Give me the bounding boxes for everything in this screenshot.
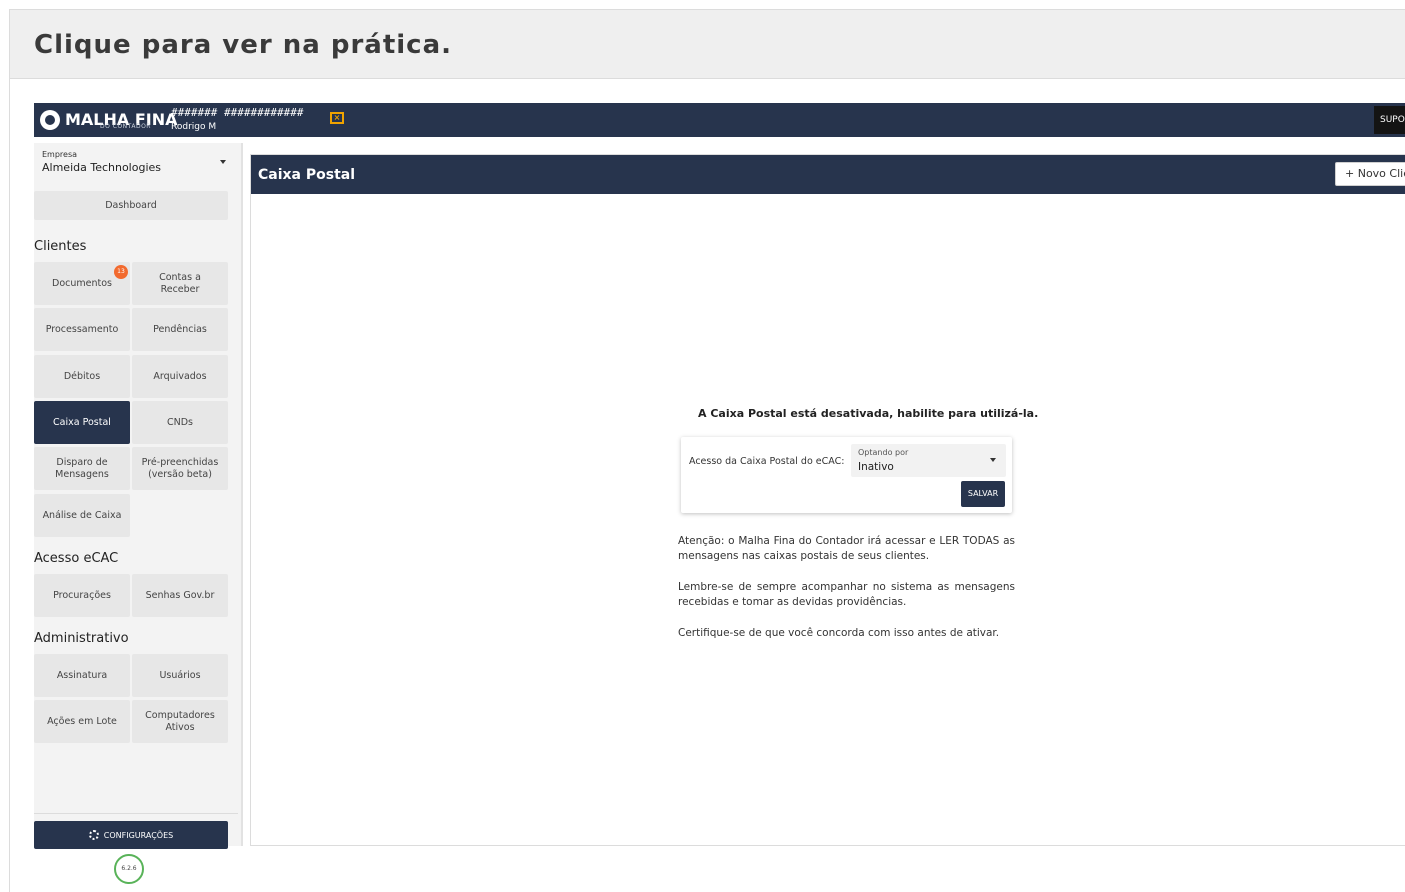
banner: Clique para ver na prática. [10,10,1405,79]
sidebar-item-processamento[interactable]: Processamento [34,308,130,351]
empresa-select[interactable]: Empresa Almeida Technologies [34,143,238,183]
sidebar-item-label: Documentos [52,277,112,289]
reminder-paragraph: Lembre-se de sempre acompanhar no sistem… [678,581,1015,608]
section-administrativo: Administrativo [34,631,129,646]
version-badge: 6.2.6 [114,854,144,884]
tutorial-frame: Clique para ver na prática. MALHA FINA D… [9,9,1405,892]
sidebar-item-pendencias[interactable]: Pendências [132,308,228,351]
sidebar-item-caixa-postal[interactable]: Caixa Postal [34,401,130,444]
chevron-down-icon [990,458,996,462]
empresa-label: Empresa [42,150,78,159]
notification-badge: 13 [114,265,128,279]
optando-por-select[interactable]: Optando por Inativo [851,444,1006,477]
sidebar-item-pre-preenchidas[interactable]: Pré-preenchidas (versão beta) [132,447,228,490]
novo-cliente-button[interactable]: + Novo Cliente [1335,162,1405,186]
sidebar-item-usuarios[interactable]: Usuários [132,654,228,697]
sidebar-item-arquivados[interactable]: Arquivados [132,355,228,398]
sidebar-divider [34,813,238,814]
sidebar-item-acoes-em-lote[interactable]: Ações em Lote [34,700,130,743]
sidebar-item-cnds[interactable]: CNDs [132,401,228,444]
salvar-button[interactable]: SALVAR [961,481,1005,507]
chevron-down-icon [220,160,226,164]
logo-subtitle: DO CONTADOR [100,123,151,130]
section-clientes: Clientes [34,239,87,254]
sidebar-item-assinatura[interactable]: Assinatura [34,654,130,697]
user-id: ####### ############ [171,106,304,119]
caixa-postal-access-label: Acesso da Caixa Postal do eCAC: [689,456,845,467]
top-navbar: MALHA FINA DO CONTADOR ####### #########… [34,103,1405,137]
configuracoes-label: CONFIGURAÇÕES [103,830,174,840]
configuracoes-button[interactable]: CONFIGURAÇÕES [34,821,228,849]
logo-icon [40,110,60,130]
sidebar-item-senhas-govbr[interactable]: Senhas Gov.br [132,574,228,617]
select-value: Inativo [858,461,894,473]
page-title: Caixa Postal [258,167,356,183]
banner-title: Clique para ver na prática. [34,30,453,60]
main-header: Caixa Postal + Novo Cliente [251,155,1405,194]
main-panel: Caixa Postal + Novo Cliente A Caixa Post… [250,154,1405,846]
gear-icon [88,830,99,840]
sidebar-item-disparo-de-mensagens[interactable]: Disparo de Mensagens [34,447,130,490]
app-window: MALHA FINA DO CONTADOR ####### #########… [34,103,1405,884]
sidebar-item-procuracoes[interactable]: Procurações [34,574,130,617]
sidebar-item-documentos[interactable]: Documentos 13 [34,262,130,305]
user-name: Rodrigo M [171,122,217,132]
disabled-message: A Caixa Postal está desativada, habilite… [698,407,1039,420]
sidebar-item-contas-a-receber[interactable]: Contas a Receber [132,262,228,305]
empresa-value: Almeida Technologies [42,161,162,174]
sidebar-item-analise-de-caixa[interactable]: Análise de Caixa [34,494,130,537]
suporte-button[interactable]: SUPORTE [1374,106,1405,134]
sidebar: Empresa Almeida Technologies Dashboard C… [34,143,243,884]
confirmation-paragraph: Certifique-se de que você concorda com i… [678,627,1000,639]
caixa-postal-settings-card: Acesso da Caixa Postal do eCAC: Optando … [681,437,1012,513]
sidebar-item-computadores-ativos[interactable]: Computadores Ativos [132,700,228,743]
sidebar-item-debitos[interactable]: Débitos [34,355,130,398]
select-label: Optando por [858,448,909,457]
sidebar-item-dashboard[interactable]: Dashboard [34,191,228,220]
section-acesso-ecac: Acesso eCAC [34,551,119,566]
attention-paragraph: Atenção: o Malha Fina do Contador irá ac… [678,535,1015,562]
warning-icon[interactable]: × [330,112,344,124]
